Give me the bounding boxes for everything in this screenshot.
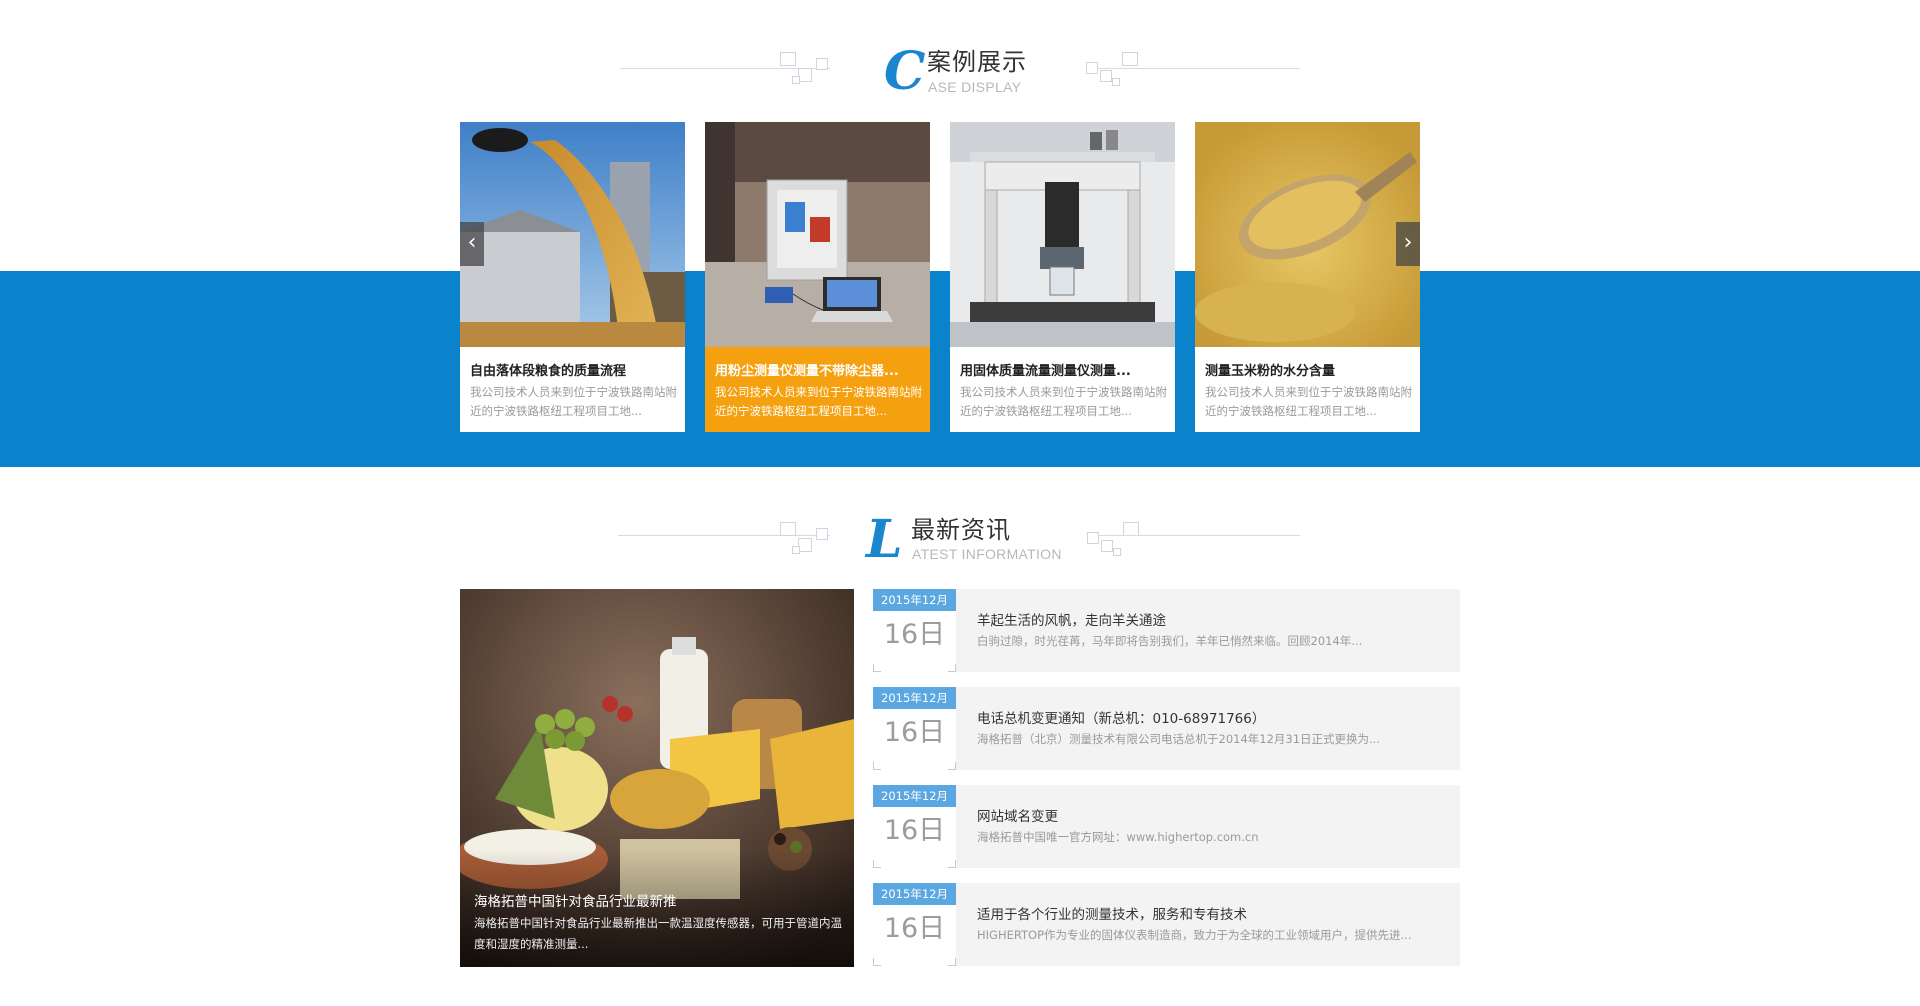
news-summary: HIGHERTOP作为专业的固体仪表制造商，致力于为全球的工业领域用户，提供先进… <box>977 928 1412 942</box>
news-title-link[interactable]: 适用于各个行业的测量技术，服务和专有技术 <box>977 903 1247 923</box>
case-heading-title: 案例展示 <box>927 48 1027 76</box>
case-card[interactable]: 用固体质量流量测量仪测量... 我公司技术人员来到位于宁波铁路南站附近的宁波铁路… <box>950 122 1175 432</box>
news-summary: 海格拓普中国唯一官方网址：www.highertop.com.cn <box>977 830 1259 844</box>
news-heading-subtitle: ATEST INFORMATION <box>912 546 1062 562</box>
featured-news-title: 海格拓普中国针对食品行业最新推 <box>474 894 677 910</box>
squares-decoration-left <box>776 50 836 90</box>
date-corner-left <box>873 860 881 868</box>
news-date-box: 2015年12月 16日 <box>873 883 956 966</box>
date-corner-right <box>948 860 956 868</box>
case-image-corn-flour <box>1195 122 1420 347</box>
case-section-heading: C 案例展示 ASE DISPLAY <box>0 40 1920 110</box>
news-summary: 白驹过隙，时光荏苒，马年即将告别我们，羊年已悄然来临。回顾2014年... <box>977 634 1363 648</box>
news-list-item[interactable]: 2015年12月 16日 适用于各个行业的测量技术，服务和专有技术 HIGHER… <box>873 883 1460 966</box>
case-card-title: 测量玉米粉的水分含量 <box>1205 364 1336 379</box>
featured-news-image-food <box>460 589 854 967</box>
case-card-desc: 我公司技术人员来到位于宁波铁路南站附近的宁波铁路枢纽工程项目工地... <box>470 385 677 418</box>
case-heading-subtitle: ASE DISPLAY <box>928 79 1022 95</box>
case-image-grain-flow <box>460 122 685 347</box>
news-date-box: 2015年12月 16日 <box>873 589 956 672</box>
news-heading-initial: L <box>866 509 903 570</box>
news-date-day: 16日 <box>883 619 946 650</box>
case-card[interactable]: 测量玉米粉的水分含量 我公司技术人员来到位于宁波铁路南站附近的宁波铁路枢纽工程项… <box>1195 122 1420 432</box>
date-corner-left <box>873 762 881 770</box>
news-date-box: 2015年12月 16日 <box>873 687 956 770</box>
case-card-title: 自由落体段粮食的质量流程 <box>470 364 627 379</box>
date-corner-right <box>948 958 956 966</box>
news-date-box: 2015年12月 16日 <box>873 785 956 868</box>
featured-news-card[interactable]: 海格拓普中国针对食品行业最新推 海格拓普中国针对食品行业最新推出一款温湿度传感器… <box>460 589 854 967</box>
case-card-desc: 我公司技术人员来到位于宁波铁路南站附近的宁波铁路枢纽工程项目工地... <box>1205 385 1412 418</box>
news-date-day: 16日 <box>883 815 946 846</box>
case-image-dust-meter <box>705 122 930 347</box>
squares-decoration-right <box>1083 520 1143 560</box>
news-title-link[interactable]: 电话总机变更通知（新总机：010-68971766） <box>977 707 1265 727</box>
news-list-item[interactable]: 2015年12月 16日 电话总机变更通知（新总机：010-68971766） … <box>873 687 1460 770</box>
news-section-heading: L 最新资讯 ATEST INFORMATION <box>0 508 1920 578</box>
case-image-measuring-machine <box>950 122 1175 347</box>
carousel-prev-arrow[interactable]: ‹ <box>460 222 484 266</box>
news-date-day: 16日 <box>883 717 946 748</box>
news-date-month: 2015年12月 <box>873 883 956 905</box>
case-heading-initial: C <box>884 41 926 102</box>
heading-rule-right <box>1098 68 1300 69</box>
featured-news-desc: 海格拓普中国针对食品行业最新推出一款温湿度传感器，可用于管道内温度和湿度的精准测… <box>474 916 842 951</box>
news-list-item[interactable]: 2015年12月 16日 羊起生活的风帆，走向羊关通途 白驹过隙，时光荏苒，马年… <box>873 589 1460 672</box>
date-corner-left <box>873 664 881 672</box>
news-date-month: 2015年12月 <box>873 785 956 807</box>
date-corner-right <box>948 664 956 672</box>
news-summary: 海格拓普（北京）测量技术有限公司电话总机于2014年12月31日正式更换为... <box>977 732 1380 746</box>
news-date-day: 16日 <box>883 913 946 944</box>
case-card-title: 用粉尘测量仪测量不带除尘器... <box>715 364 899 379</box>
news-list-item[interactable]: 2015年12月 16日 网站域名变更 海格拓普中国唯一官方网址：www.hig… <box>873 785 1460 868</box>
date-corner-left <box>873 958 881 966</box>
heading-rule-right <box>1098 535 1300 536</box>
carousel-next-arrow[interactable]: › <box>1396 222 1420 266</box>
news-title-link[interactable]: 羊起生活的风帆，走向羊关通途 <box>977 609 1166 629</box>
news-title-link[interactable]: 网站域名变更 <box>977 805 1058 825</box>
case-card[interactable]: 自由落体段粮食的质量流程 我公司技术人员来到位于宁波铁路南站附近的宁波铁路枢纽工… <box>460 122 685 432</box>
case-card-active[interactable]: 用粉尘测量仪测量不带除尘器... 我公司技术人员来到位于宁波铁路南站附近的宁波铁… <box>705 122 930 432</box>
news-date-month: 2015年12月 <box>873 687 956 709</box>
case-card-desc: 我公司技术人员来到位于宁波铁路南站附近的宁波铁路枢纽工程项目工地... <box>715 385 922 418</box>
squares-decoration-left <box>776 520 836 560</box>
case-card-desc: 我公司技术人员来到位于宁波铁路南站附近的宁波铁路枢纽工程项目工地... <box>960 385 1167 418</box>
news-date-month: 2015年12月 <box>873 589 956 611</box>
news-heading-title: 最新资讯 <box>911 516 1011 544</box>
case-card-title: 用固体质量流量测量仪测量... <box>960 364 1131 379</box>
date-corner-right <box>948 762 956 770</box>
squares-decoration-right <box>1082 50 1142 90</box>
